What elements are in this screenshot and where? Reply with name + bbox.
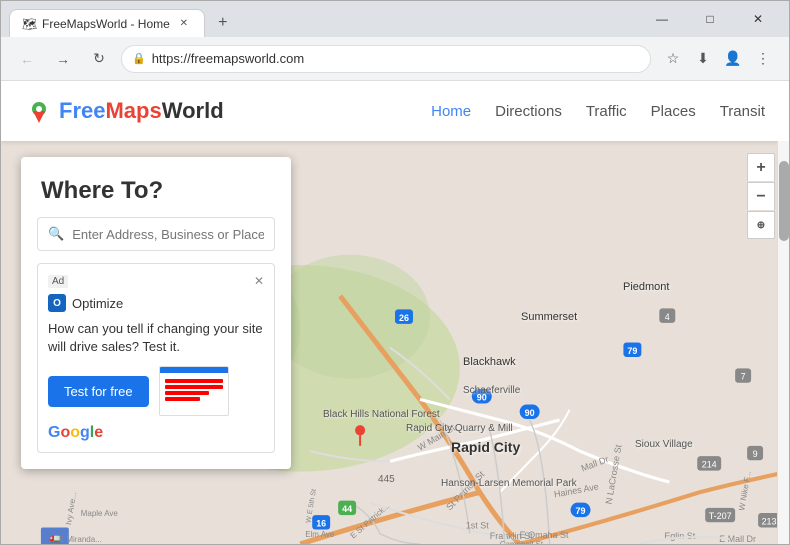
download-button[interactable]: ⬇ xyxy=(689,45,717,73)
back-button[interactable]: ← xyxy=(13,45,41,73)
logo-icon xyxy=(25,97,53,125)
logo-maps: Maps xyxy=(105,98,161,123)
g-letter-3: o xyxy=(70,424,80,441)
g-letter-4: g xyxy=(80,424,90,441)
svg-text:214: 214 xyxy=(702,459,717,469)
menu-button[interactable]: ⋮ xyxy=(749,45,777,73)
svg-text:44: 44 xyxy=(342,504,353,514)
forward-button[interactable]: → xyxy=(49,45,77,73)
svg-text:79: 79 xyxy=(576,506,586,516)
ad-badge: Ad xyxy=(48,275,68,288)
svg-text:E Miranda...: E Miranda... xyxy=(59,535,102,544)
close-button[interactable]: ✕ xyxy=(735,1,781,37)
search-icon: 🔍 xyxy=(48,226,64,242)
g-letter-2: o xyxy=(60,424,70,441)
svg-text:E Omaha St: E Omaha St xyxy=(520,530,569,540)
svg-text:4: 4 xyxy=(665,312,670,322)
ad-header: Ad ✕ xyxy=(48,274,264,288)
tab-title: FreeMapsWorld - Home xyxy=(42,17,170,31)
ad-preview-row3 xyxy=(165,391,210,395)
zoom-out-button[interactable]: − xyxy=(747,182,775,210)
address-bar: ← → ↻ 🔒 https://freemapsworld.com ☆ ⬇ 👤 … xyxy=(1,37,789,81)
ad-brand-name: Optimize xyxy=(72,296,123,311)
where-to-panel: Where To? 🔍 Ad ✕ O Optimize xyxy=(21,157,291,469)
ad-preview-bar xyxy=(160,367,228,373)
site-header: FreeMapsWorld Home Directions Traffic Pl… xyxy=(1,81,789,141)
ad-preview-row1 xyxy=(165,379,223,383)
compass-button[interactable]: ⊕ xyxy=(747,211,775,239)
svg-text:Campbell St: Campbell St xyxy=(500,540,544,544)
tab-favicon: 🗺 xyxy=(22,17,36,31)
ad-preview-row4 xyxy=(165,397,200,401)
search-box[interactable]: 🔍 xyxy=(37,217,275,251)
url-text: https://freemapsworld.com xyxy=(152,51,640,66)
ad-close-button[interactable]: ✕ xyxy=(254,274,264,288)
google-logo-text: Google xyxy=(48,424,103,442)
svg-text:90: 90 xyxy=(525,408,535,418)
svg-text:16: 16 xyxy=(316,518,326,528)
g-letter-6: e xyxy=(94,424,103,441)
g-letter-1: G xyxy=(48,424,60,441)
title-bar: 🗺 FreeMapsWorld - Home ✕ + — □ ✕ xyxy=(1,1,789,37)
logo-world: World xyxy=(162,98,224,123)
maximize-button[interactable]: □ xyxy=(687,1,733,37)
nav-home[interactable]: Home xyxy=(431,99,471,124)
google-logo-row: Google xyxy=(48,424,264,442)
where-to-title: Where To? xyxy=(21,157,291,217)
browser-window: 🗺 FreeMapsWorld - Home ✕ + — □ ✕ ← → ↻ 🔒… xyxy=(0,0,790,545)
bookmark-button[interactable]: ☆ xyxy=(659,45,687,73)
svg-text:90: 90 xyxy=(477,392,487,402)
minimize-button[interactable]: — xyxy=(639,1,685,37)
page-content: FreeMapsWorld Home Directions Traffic Pl… xyxy=(1,81,789,544)
svg-text:445: 445 xyxy=(378,474,395,485)
search-input[interactable] xyxy=(72,227,264,242)
test-button[interactable]: Test for free xyxy=(48,376,149,407)
ad-cta: Test for free xyxy=(48,366,264,416)
tab-close-button[interactable]: ✕ xyxy=(176,16,192,32)
svg-text:Elm Ave: Elm Ave xyxy=(305,530,335,539)
site-nav: Home Directions Traffic Places Transit xyxy=(431,99,765,124)
address-actions: ☆ ⬇ 👤 ⋮ xyxy=(659,45,777,73)
svg-text:79: 79 xyxy=(627,346,637,356)
ad-box: Ad ✕ O Optimize How can you tell if chan… xyxy=(37,263,275,453)
nav-traffic[interactable]: Traffic xyxy=(586,99,627,124)
site-logo: FreeMapsWorld xyxy=(25,97,224,125)
new-tab-button[interactable]: + xyxy=(209,9,237,37)
zoom-in-button[interactable]: + xyxy=(747,153,775,181)
svg-text:7: 7 xyxy=(741,372,746,382)
window-controls: — □ ✕ xyxy=(639,1,781,37)
scrollbar[interactable] xyxy=(777,141,789,544)
ad-text: How can you tell if changing your site w… xyxy=(48,320,264,356)
svg-text:1st St: 1st St xyxy=(466,520,489,530)
tab-bar: 🗺 FreeMapsWorld - Home ✕ + xyxy=(9,1,631,37)
logo-text: FreeMapsWorld xyxy=(59,98,224,124)
svg-text:T-207: T-207 xyxy=(709,511,732,521)
logo-free: Free xyxy=(59,98,105,123)
nav-places[interactable]: Places xyxy=(651,99,696,124)
map-container[interactable]: 26 90 79 90 W Main St St Patrick St Fran… xyxy=(1,141,789,544)
active-tab[interactable]: 🗺 FreeMapsWorld - Home ✕ xyxy=(9,9,205,37)
refresh-button[interactable]: ↻ xyxy=(85,45,113,73)
ad-preview-row2 xyxy=(165,385,223,389)
scrollbar-thumb xyxy=(779,161,789,241)
optimize-logo-icon: O xyxy=(48,294,66,312)
map-controls: + − ⊕ xyxy=(747,153,775,239)
nav-directions[interactable]: Directions xyxy=(495,99,562,124)
lock-icon: 🔒 xyxy=(132,52,146,65)
svg-text:Maple Ave: Maple Ave xyxy=(81,509,119,518)
account-button[interactable]: 👤 xyxy=(719,45,747,73)
url-bar[interactable]: 🔒 https://freemapsworld.com xyxy=(121,45,651,73)
ad-preview-image xyxy=(159,366,229,416)
svg-text:26: 26 xyxy=(399,313,409,323)
svg-text:213: 213 xyxy=(762,516,777,526)
svg-text:9: 9 xyxy=(753,449,758,459)
nav-transit[interactable]: Transit xyxy=(720,99,765,124)
ad-logo-row: O Optimize xyxy=(48,294,264,312)
